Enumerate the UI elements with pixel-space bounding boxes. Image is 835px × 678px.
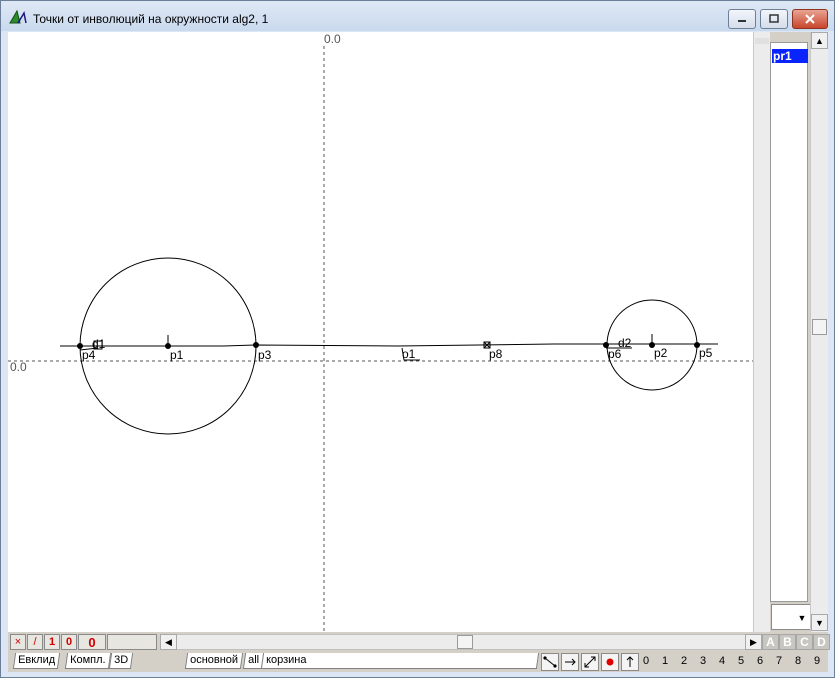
horizontal-scrollbar[interactable]: ◀ ▶ xyxy=(160,634,762,650)
status-bar: × / 1 0 0 ◀ ▶ A B C D xyxy=(8,633,830,651)
layers-list[interactable]: pr1 xyxy=(770,42,808,602)
digit-6[interactable]: 6 xyxy=(753,655,767,667)
main-vertical-scrollbar[interactable]: ▲ ▼ xyxy=(810,32,828,632)
column-b-button[interactable]: B xyxy=(779,634,796,650)
tab-trash[interactable]: корзина xyxy=(260,653,540,669)
window-title: Точки от инволюций на окружности alg2, 1 xyxy=(33,12,269,26)
counter-one-button[interactable]: 1 xyxy=(44,634,60,650)
up-tool-button[interactable] xyxy=(621,653,639,671)
tab-trash-label: корзина xyxy=(266,654,307,666)
digit-3[interactable]: 3 xyxy=(696,655,710,667)
status-blank xyxy=(107,634,157,650)
expand-tool-button[interactable] xyxy=(581,653,599,671)
label-d1: d1 xyxy=(92,337,106,351)
label-p5: p5 xyxy=(699,346,713,360)
point-tool-button[interactable] xyxy=(601,653,619,671)
tab-complex-label: Компл. xyxy=(70,654,106,666)
maximize-button[interactable] xyxy=(760,9,788,29)
label-o1: o1 xyxy=(402,347,416,361)
combo-dropdown-icon[interactable]: ▼ xyxy=(795,611,809,625)
hscroll-thumb[interactable] xyxy=(457,635,473,649)
tab-euclid-label: Евклид xyxy=(18,654,56,666)
scroll-left-icon[interactable]: ◀ xyxy=(160,634,177,650)
tab-toolbar: Евклид Компл. 3D основной all корзина 0 xyxy=(8,651,828,672)
digit-7[interactable]: 7 xyxy=(772,655,786,667)
layer-combo[interactable]: ▼ xyxy=(771,604,811,630)
status-count: 0 xyxy=(78,634,106,650)
maximize-icon xyxy=(769,14,779,23)
close-icon xyxy=(805,14,815,24)
drawing-canvas[interactable]: 0.0 0.0 p1 p2 p3 p4 p5 p6 p8 o1 d1 d2 xyxy=(8,32,768,632)
column-c-button[interactable]: C xyxy=(796,634,813,650)
segment-tool-button[interactable] xyxy=(541,653,559,671)
delete-button[interactable]: × xyxy=(10,634,26,650)
digit-2[interactable]: 2 xyxy=(677,655,691,667)
point-tool-icon xyxy=(606,658,614,666)
column-d-button[interactable]: D xyxy=(813,634,830,650)
label-p1: p1 xyxy=(170,348,184,362)
tab-main[interactable]: основной xyxy=(184,653,244,669)
line-mode-button[interactable]: / xyxy=(27,634,43,650)
label-p3: p3 xyxy=(258,348,272,362)
digit-5[interactable]: 5 xyxy=(734,655,748,667)
column-a-button[interactable]: A xyxy=(762,634,779,650)
origin-label-left: 0.0 xyxy=(10,360,27,374)
segment-tool-icon xyxy=(543,656,557,668)
digit-4[interactable]: 4 xyxy=(715,655,729,667)
digit-1[interactable]: 1 xyxy=(658,655,672,667)
tab-main-label: основной xyxy=(190,654,239,666)
title-bar: Точки от инволюций на окружности alg2, 1 xyxy=(1,1,834,31)
minimize-button[interactable] xyxy=(728,9,756,29)
app-window: Точки от инволюций на окружности alg2, 1… xyxy=(0,0,835,678)
close-button[interactable] xyxy=(792,9,828,29)
tab-all-label: all xyxy=(248,654,260,666)
origin-label-top: 0.0 xyxy=(324,32,341,46)
scroll-right-icon[interactable]: ▶ xyxy=(745,634,762,650)
counter-zero-button[interactable]: 0 xyxy=(61,634,77,650)
scroll-up-icon[interactable]: ▲ xyxy=(811,32,828,49)
minimize-icon xyxy=(738,20,746,22)
digit-0[interactable]: 0 xyxy=(639,655,653,667)
label-p8: p8 xyxy=(489,347,503,361)
inner-scroll-top xyxy=(755,38,769,44)
scroll-thumb[interactable] xyxy=(812,319,827,335)
client-area: 0.0 0.0 p1 p2 p3 p4 p5 p6 p8 o1 d1 d2 pr… xyxy=(8,32,830,672)
geometry-drawing[interactable]: 0.0 0.0 p1 p2 p3 p4 p5 p6 p8 o1 d1 d2 xyxy=(8,32,768,632)
canvas-vertical-scrollbar[interactable] xyxy=(753,32,770,632)
label-p2: p2 xyxy=(654,346,668,360)
digit-9[interactable]: 9 xyxy=(810,655,824,667)
arrow-up-icon xyxy=(626,656,634,667)
app-icon xyxy=(9,9,27,24)
expand-icon xyxy=(584,656,596,668)
arrow-right-icon xyxy=(565,658,576,666)
tab-euclid[interactable]: Евклид xyxy=(12,653,61,669)
digit-8[interactable]: 8 xyxy=(791,655,805,667)
tab-3d-label: 3D xyxy=(114,654,129,666)
layer-item-pr1[interactable]: pr1 xyxy=(772,49,808,63)
tab-complex[interactable]: Компл. xyxy=(64,653,111,669)
tab-3d[interactable]: 3D xyxy=(108,653,134,669)
scroll-down-icon[interactable]: ▼ xyxy=(811,614,828,631)
ray-tool-button[interactable] xyxy=(561,653,579,671)
label-d2: d2 xyxy=(618,336,632,350)
